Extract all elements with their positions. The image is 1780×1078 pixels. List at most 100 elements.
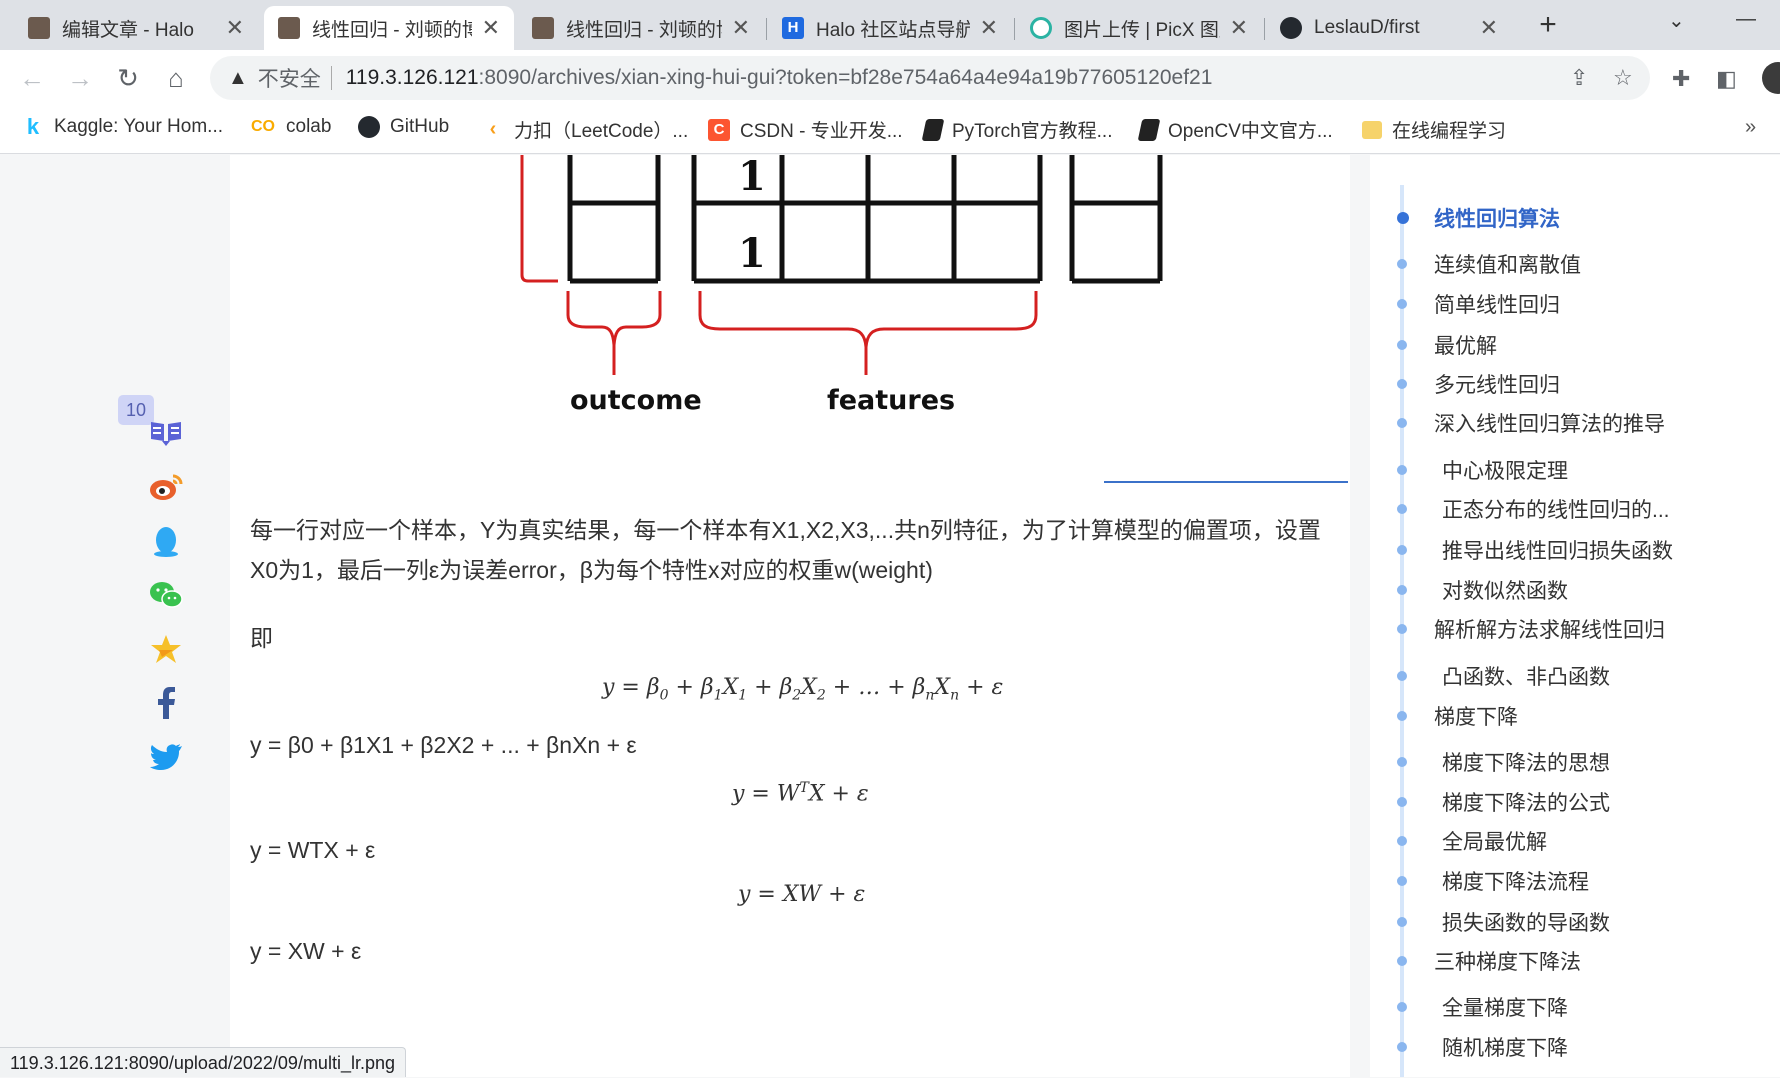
matrix-figure-image[interactable]: 1 1 outcome features: [510, 153, 1270, 485]
address-bar[interactable]: ▲ 不安全 119.3.126.121:8090/archives/xian-x…: [210, 56, 1650, 100]
bookmark-colab[interactable]: CO colab: [250, 116, 331, 138]
book-icon: [921, 118, 945, 141]
figure-cell-one: 1: [738, 230, 766, 277]
extensions-puzzle-icon[interactable]: ✚: [1672, 66, 1690, 92]
bookmark-kaggle[interactable]: k Kaggle: Your Hom...: [22, 114, 223, 139]
formula-rendered-3: y = XW + ε: [738, 882, 866, 907]
paragraph-line: 每一行对应一个样本，Y为真实结果，每一个样本有X1,X2,X3,...共n列特征…: [250, 517, 1321, 543]
toc-bullet-icon: [1397, 797, 1407, 807]
toc-item-label: 推导出线性回归损失函数: [1442, 540, 1673, 563]
close-icon[interactable]: ✕: [482, 15, 500, 41]
tab-title: LeslauD/first: [1314, 17, 1420, 38]
tab-title: 线性回归 - 刘顿的博: [566, 19, 722, 41]
tab-edit-article[interactable]: 编辑文章 - Halo ✕: [14, 6, 258, 50]
toc-item[interactable]: 凸函数、非凸函数: [1397, 661, 1610, 691]
forward-arrow-icon[interactable]: →: [62, 60, 98, 96]
toc-bullet-icon: [1397, 836, 1407, 846]
toc-item[interactable]: 推导出线性回归损失函数: [1397, 535, 1673, 565]
toc-bullet-icon: [1397, 1002, 1407, 1012]
home-icon[interactable]: ⌂: [158, 60, 194, 96]
close-icon[interactable]: ✕: [980, 15, 998, 41]
toc-item[interactable]: 对数似然函数: [1397, 575, 1568, 605]
tab-search-chevron-icon[interactable]: ⌄: [1668, 8, 1685, 33]
close-icon[interactable]: ✕: [1230, 15, 1248, 41]
toc-item[interactable]: 随机梯度下降: [1397, 1032, 1568, 1062]
bookmark-leetcode[interactable]: ‹ 力扣（LeetCode）...: [482, 116, 689, 143]
outcome-label: outcome: [570, 385, 702, 416]
tab-linear-regression-active[interactable]: 线性回归 - 刘顿的博 ✕: [264, 6, 514, 50]
tab-picx[interactable]: 图片上传 | PicX 图床 ✕: [1016, 6, 1262, 50]
toc-item[interactable]: 梯度下降法的公式: [1397, 787, 1610, 817]
formula-alt-text-1: y = β0 + β1X1 + β2X2 + ... + βnXn + ε: [250, 732, 637, 758]
toc-bullet-icon: [1397, 1042, 1407, 1052]
toc-item[interactable]: 简单线性回归: [1397, 289, 1560, 319]
toc-item[interactable]: 梯度下降: [1397, 701, 1518, 731]
github-icon: [358, 116, 380, 138]
close-icon[interactable]: ✕: [732, 15, 750, 41]
bookmark-star-icon[interactable]: ☆: [1613, 65, 1633, 91]
tab-separator: [1014, 18, 1015, 40]
toc-bullet-icon: [1397, 299, 1407, 309]
toc-item[interactable]: 解析解方法求解线性回归: [1397, 614, 1665, 644]
toc-bullet-icon: [1397, 212, 1409, 224]
formula-alt-text-3: y = XW + ε: [250, 938, 362, 964]
toc-item-label: 损失函数的导函数: [1442, 912, 1610, 935]
close-icon[interactable]: ✕: [1480, 15, 1498, 41]
tab-separator: [1264, 18, 1265, 40]
toc-item[interactable]: 梯度下降法流程: [1397, 866, 1589, 896]
toc-item[interactable]: 全量梯度下降: [1397, 992, 1568, 1022]
new-tab-button[interactable]: +: [1528, 8, 1568, 44]
facebook-icon[interactable]: [146, 683, 186, 723]
weibo-icon[interactable]: [146, 467, 186, 507]
bookmark-folder-coding[interactable]: 在线编程学习: [1362, 116, 1506, 143]
article-paragraph: 每一行对应一个样本，Y为真实结果，每一个样本有X1,X2,X3,...共n列特征…: [250, 510, 1321, 590]
toc-item[interactable]: 损失函数的导函数: [1397, 907, 1610, 937]
bookmark-csdn[interactable]: C CSDN - 专业开发...: [708, 116, 903, 143]
wechat-icon[interactable]: [146, 575, 186, 615]
toc-item-label: 连续值和离散值: [1434, 254, 1581, 277]
toc-item[interactable]: 最优解: [1397, 330, 1497, 360]
article-paragraph-ji: 即: [250, 625, 273, 651]
qzone-star-icon[interactable]: [146, 629, 186, 669]
tab-linear-regression[interactable]: 线性回归 - 刘顿的博 ✕: [518, 6, 764, 50]
bookmark-pytorch[interactable]: PyTorch官方教程...: [921, 116, 1112, 143]
qq-icon[interactable]: [146, 521, 186, 561]
twitter-icon[interactable]: [146, 737, 186, 777]
security-label[interactable]: 不安全: [258, 63, 321, 93]
share-page-icon[interactable]: ⇪: [1570, 65, 1588, 91]
bookmarks-overflow-chevron[interactable]: »: [1745, 116, 1756, 139]
toc-item-label: 线性回归算法: [1434, 208, 1560, 231]
bookmark-label: Kaggle: Your Hom...: [54, 116, 223, 137]
toc-bullet-icon: [1397, 545, 1407, 555]
back-arrow-icon[interactable]: ←: [14, 60, 50, 96]
toc-item[interactable]: 线性回归算法: [1397, 203, 1560, 233]
toc-item[interactable]: 梯度下降法的思想: [1397, 747, 1610, 777]
toc-bullet-icon: [1397, 585, 1407, 595]
warning-triangle-icon[interactable]: ▲: [228, 67, 248, 90]
toc-item[interactable]: 全局最优解: [1397, 826, 1547, 856]
toc-bullet-icon: [1397, 671, 1407, 681]
side-panel-icon[interactable]: ◧: [1716, 66, 1737, 92]
tab-github-first[interactable]: LeslauD/first ✕: [1266, 6, 1512, 50]
formula-alt-text-2: y = WTX + ε: [250, 837, 376, 863]
minimize-icon[interactable]: —: [1736, 8, 1756, 31]
toc-item[interactable]: 多元线性回归: [1397, 369, 1560, 399]
bookmark-github[interactable]: GitHub: [358, 116, 449, 138]
tab-title: 编辑文章 - Halo: [62, 19, 194, 41]
url-text[interactable]: 119.3.126.121:8090/archives/xian-xing-hu…: [346, 66, 1213, 90]
toc-item-label: 梯度下降法的公式: [1442, 792, 1610, 815]
toc-bullet-icon: [1397, 917, 1407, 927]
toc-bullet-icon: [1397, 624, 1407, 634]
toc-item[interactable]: 正态分布的线性回归的...: [1397, 494, 1670, 524]
tab-halo-community[interactable]: H Halo 社区站点导航 ✕: [768, 6, 1012, 50]
toc-item[interactable]: 三种梯度下降法: [1397, 946, 1581, 976]
profile-avatar[interactable]: [1762, 62, 1780, 94]
bookmark-opencv[interactable]: OpenCV中文官方...: [1137, 116, 1333, 143]
toc-item[interactable]: 深入线性回归算法的推导: [1397, 408, 1665, 438]
toc-item[interactable]: 中心极限定理: [1397, 455, 1568, 485]
comment-icon[interactable]: [146, 413, 186, 453]
toc-bullet-icon: [1397, 379, 1407, 389]
toc-item[interactable]: 连续值和离散值: [1397, 249, 1581, 279]
close-icon[interactable]: ✕: [226, 15, 244, 41]
reload-icon[interactable]: ↻: [110, 60, 146, 96]
